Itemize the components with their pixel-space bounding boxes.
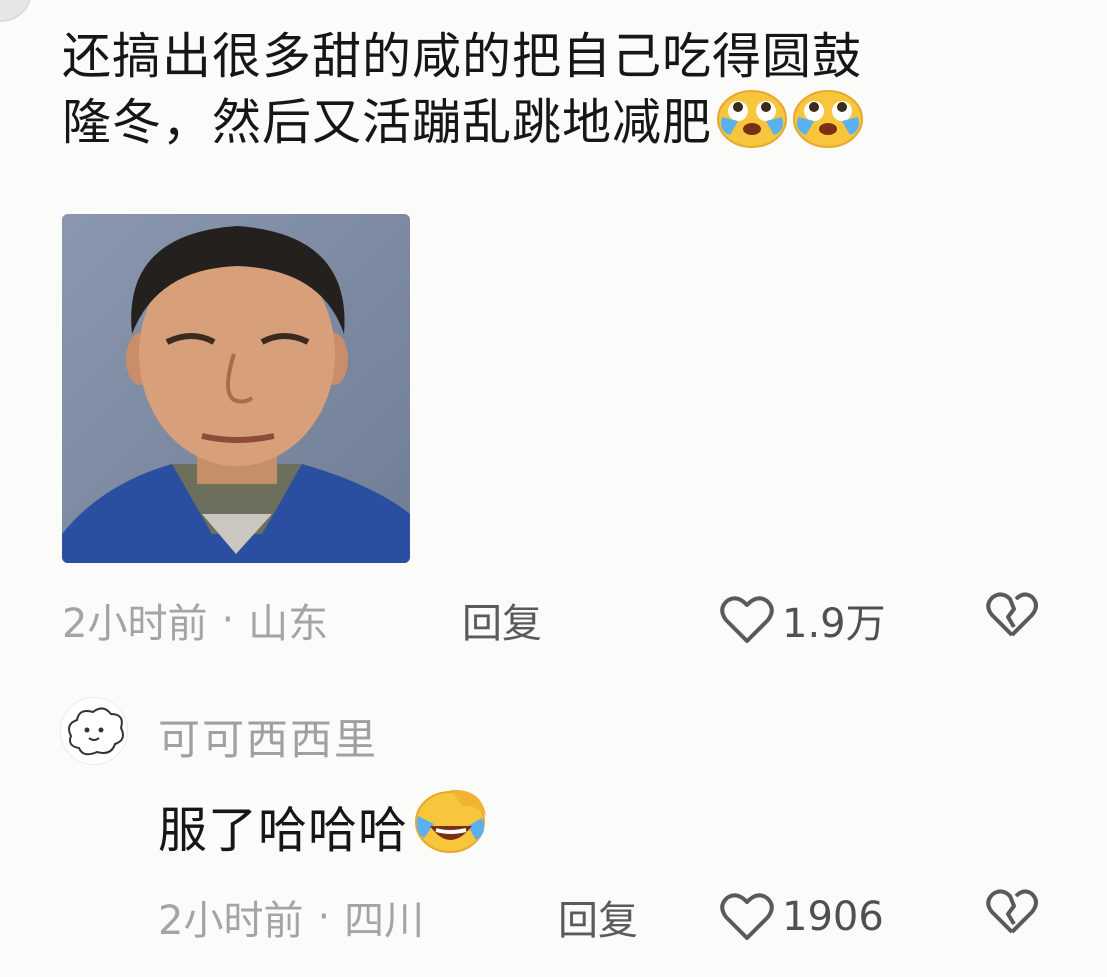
comment-text-line1: 还搞出很多甜的咸的把自己吃得圆鼓: [62, 28, 863, 85]
comment-text-line2: 隆冬，然后又活蹦乱跳地减肥: [62, 94, 713, 151]
comment-image[interactable]: [62, 214, 410, 563]
comment-meta-row: 2小时前 · 山东 回复 1.9万: [62, 591, 1042, 649]
comment-location: 山东: [248, 601, 329, 647]
comment-time: 2小时前: [62, 601, 208, 647]
reply-avatar[interactable]: [60, 697, 128, 765]
reply-button[interactable]: 回复: [558, 888, 638, 946]
portrait-photo: [62, 214, 410, 563]
like-button[interactable]: 1906: [720, 892, 884, 942]
cartoon-avatar-icon: [68, 707, 124, 756]
comment-thread: 还搞出很多甜的咸的把自己吃得圆鼓 隆冬，然后又活蹦乱跳地减肥 2小时前 · 山东…: [0, 0, 1107, 977]
separator-dot: ·: [317, 894, 331, 940]
reply-meta-row: 2小时前 · 四川 回复 1906: [158, 888, 1042, 946]
comment-text: 还搞出很多甜的咸的把自己吃得圆鼓 隆冬，然后又活蹦乱跳地减肥: [62, 26, 1042, 163]
previous-avatar-edge[interactable]: [0, 0, 32, 22]
dislike-button[interactable]: [986, 591, 1038, 649]
reply-location: 四川: [344, 898, 425, 944]
dislike-button[interactable]: [986, 888, 1038, 946]
laugh-cry-emoji-icon: [412, 786, 490, 866]
reply-username[interactable]: 可可西西里: [158, 706, 378, 767]
like-count: 1.9万: [782, 601, 886, 647]
reply-text-wrap: 服了哈哈哈: [158, 786, 490, 866]
like-button[interactable]: 1.9万: [720, 591, 886, 649]
comment-text-line2-wrap: 隆冬，然后又活蹦乱跳地减肥: [62, 87, 1042, 163]
reply-text: 服了哈哈哈: [158, 801, 409, 859]
broken-heart-icon: [986, 592, 1038, 637]
broken-heart-icon: [986, 889, 1038, 934]
reply-time: 2小时前: [158, 898, 304, 944]
like-count: 1906: [782, 894, 884, 940]
separator-dot: ·: [221, 597, 235, 643]
reply-button[interactable]: 回复: [462, 591, 542, 649]
heart-icon: [720, 893, 774, 940]
heart-icon: [720, 596, 774, 643]
crying-emoji-icon: [792, 87, 864, 163]
crying-emoji-icon: [716, 87, 788, 163]
